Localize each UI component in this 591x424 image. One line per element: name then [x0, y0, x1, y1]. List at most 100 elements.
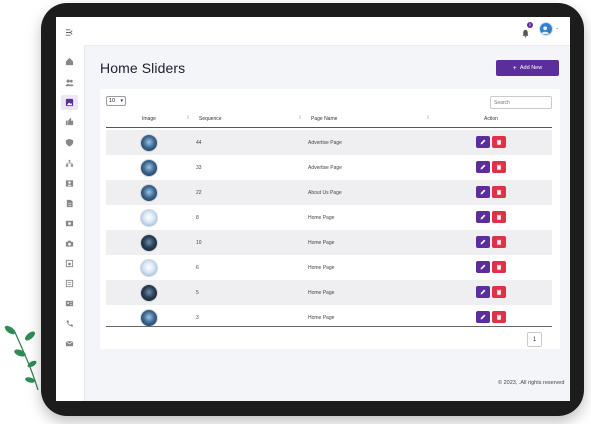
trash-icon: [496, 239, 502, 245]
table-row: 8 Home Page: [106, 205, 552, 230]
delete-button[interactable]: [492, 186, 506, 198]
notification-badge: 0: [527, 22, 533, 28]
delete-button[interactable]: [492, 161, 506, 173]
sequence-cell: 5: [196, 289, 199, 296]
page-name-cell: Advertise Page: [308, 164, 342, 171]
edit-button[interactable]: [476, 186, 490, 198]
sequence-cell: 44: [196, 139, 202, 146]
page-name-cell: Home Page: [308, 289, 335, 296]
sitemap-icon[interactable]: [64, 158, 75, 169]
sequence-cell: 10: [196, 239, 202, 246]
page-name-cell: Home Page: [308, 264, 335, 271]
shield-icon[interactable]: [64, 137, 75, 148]
contact-card-icon[interactable]: [64, 178, 75, 189]
pencil-icon: [480, 139, 486, 145]
table-row: 6 Home Page: [106, 255, 552, 280]
slider-thumbnail: [140, 133, 158, 152]
edit-button[interactable]: [476, 211, 490, 223]
page-name-cell: Advertise Page: [308, 139, 342, 146]
id-card-icon[interactable]: [64, 298, 75, 309]
slider-thumbnail: [140, 208, 158, 227]
sidebar-toggle-icon[interactable]: [64, 27, 75, 38]
home-icon[interactable]: [64, 56, 75, 67]
edit-button[interactable]: [476, 236, 490, 248]
slider-thumbnail: [140, 258, 158, 277]
list-box-icon[interactable]: [64, 278, 75, 289]
edit-button[interactable]: [476, 311, 490, 323]
delete-button[interactable]: [492, 236, 506, 248]
pencil-icon: [480, 164, 486, 170]
pencil-icon: [480, 214, 486, 220]
page-length-value: 10: [109, 98, 116, 104]
pencil-icon: [480, 264, 486, 270]
edit-button[interactable]: [476, 286, 490, 298]
delete-button[interactable]: [492, 211, 506, 223]
table-row: 33 Advertise Page: [106, 155, 552, 180]
trash-icon: [496, 139, 502, 145]
pencil-icon: [480, 289, 486, 295]
page-length-select[interactable]: 10 ▾: [106, 96, 126, 106]
sort-icon[interactable]: ⇕: [426, 115, 430, 121]
table-row: 22 About Us Page: [106, 180, 552, 205]
delete-button[interactable]: [492, 136, 506, 148]
table-row: 5 Home Page: [106, 280, 552, 305]
media-icon[interactable]: [64, 218, 75, 229]
sliders-image-icon[interactable]: [61, 95, 78, 110]
notification-bell-icon[interactable]: 0: [521, 22, 533, 38]
column-header-sequence[interactable]: Sequence: [199, 111, 222, 127]
table-header: Image ⇕ Sequence ⇕ Page Name ⇕ Action: [106, 111, 552, 128]
gallery-icon[interactable]: [64, 258, 75, 269]
trash-icon: [496, 164, 502, 170]
sort-icon[interactable]: ⇕: [298, 115, 302, 121]
pencil-icon: [480, 314, 486, 320]
footer-copyright: © 2023, .All rights reserved: [498, 380, 565, 386]
column-header-page-name[interactable]: Page Name: [311, 111, 337, 127]
users-icon[interactable]: [64, 77, 75, 88]
camera-icon[interactable]: [64, 238, 75, 249]
column-header-image[interactable]: Image: [142, 111, 156, 127]
page-name-cell: About Us Page: [308, 189, 342, 196]
edit-button[interactable]: [476, 261, 490, 273]
page-name-cell: Home Page: [308, 214, 335, 221]
chevron-down-icon[interactable]: ⌄: [555, 25, 559, 31]
mail-icon[interactable]: [64, 338, 75, 349]
edit-button[interactable]: [476, 136, 490, 148]
trash-icon: [496, 289, 502, 295]
table-bottom-border: [106, 326, 552, 327]
avatar[interactable]: [539, 22, 553, 36]
slider-thumbnail: [140, 308, 158, 327]
delete-button[interactable]: [492, 286, 506, 298]
delete-button[interactable]: [492, 261, 506, 273]
trash-icon: [496, 314, 502, 320]
edit-button[interactable]: [476, 161, 490, 173]
column-header-action: Action: [484, 116, 498, 122]
pencil-icon: [480, 239, 486, 245]
chevron-down-icon: ▾: [120, 98, 123, 104]
app-screen: 0 ⌄ Home Sliders + Add New 10 ▾ Search I…: [56, 17, 570, 401]
leaf-decoration: [4, 325, 39, 390]
table-row: 44 Advertise Page: [106, 130, 552, 155]
sequence-cell: 22: [196, 189, 202, 196]
sequence-cell: 33: [196, 164, 202, 171]
trash-icon: [496, 189, 502, 195]
sequence-cell: 6: [196, 264, 199, 271]
sort-icon[interactable]: ⇕: [186, 115, 190, 121]
trash-icon: [496, 264, 502, 270]
slider-thumbnail: [140, 283, 158, 302]
phone-icon[interactable]: [64, 318, 75, 329]
search-input[interactable]: Search: [490, 96, 552, 109]
top-bar: 0 ⌄: [84, 17, 570, 46]
add-new-button[interactable]: + Add New: [496, 60, 559, 76]
document-icon[interactable]: [64, 198, 75, 209]
slider-thumbnail: [140, 158, 158, 177]
pagination-page-button[interactable]: 1: [527, 332, 542, 347]
thumbs-up-icon[interactable]: [64, 116, 75, 127]
add-new-label: Add New: [519, 65, 543, 71]
slider-thumbnail: [140, 183, 158, 202]
sliders-card: 10 ▾ Search Image ⇕ Sequence ⇕ Page Name…: [100, 89, 560, 349]
page-name-cell: Home Page: [308, 239, 335, 246]
slider-thumbnail: [140, 233, 158, 252]
sidebar: [56, 17, 85, 401]
delete-button[interactable]: [492, 311, 506, 323]
sequence-cell: 8: [196, 214, 199, 221]
